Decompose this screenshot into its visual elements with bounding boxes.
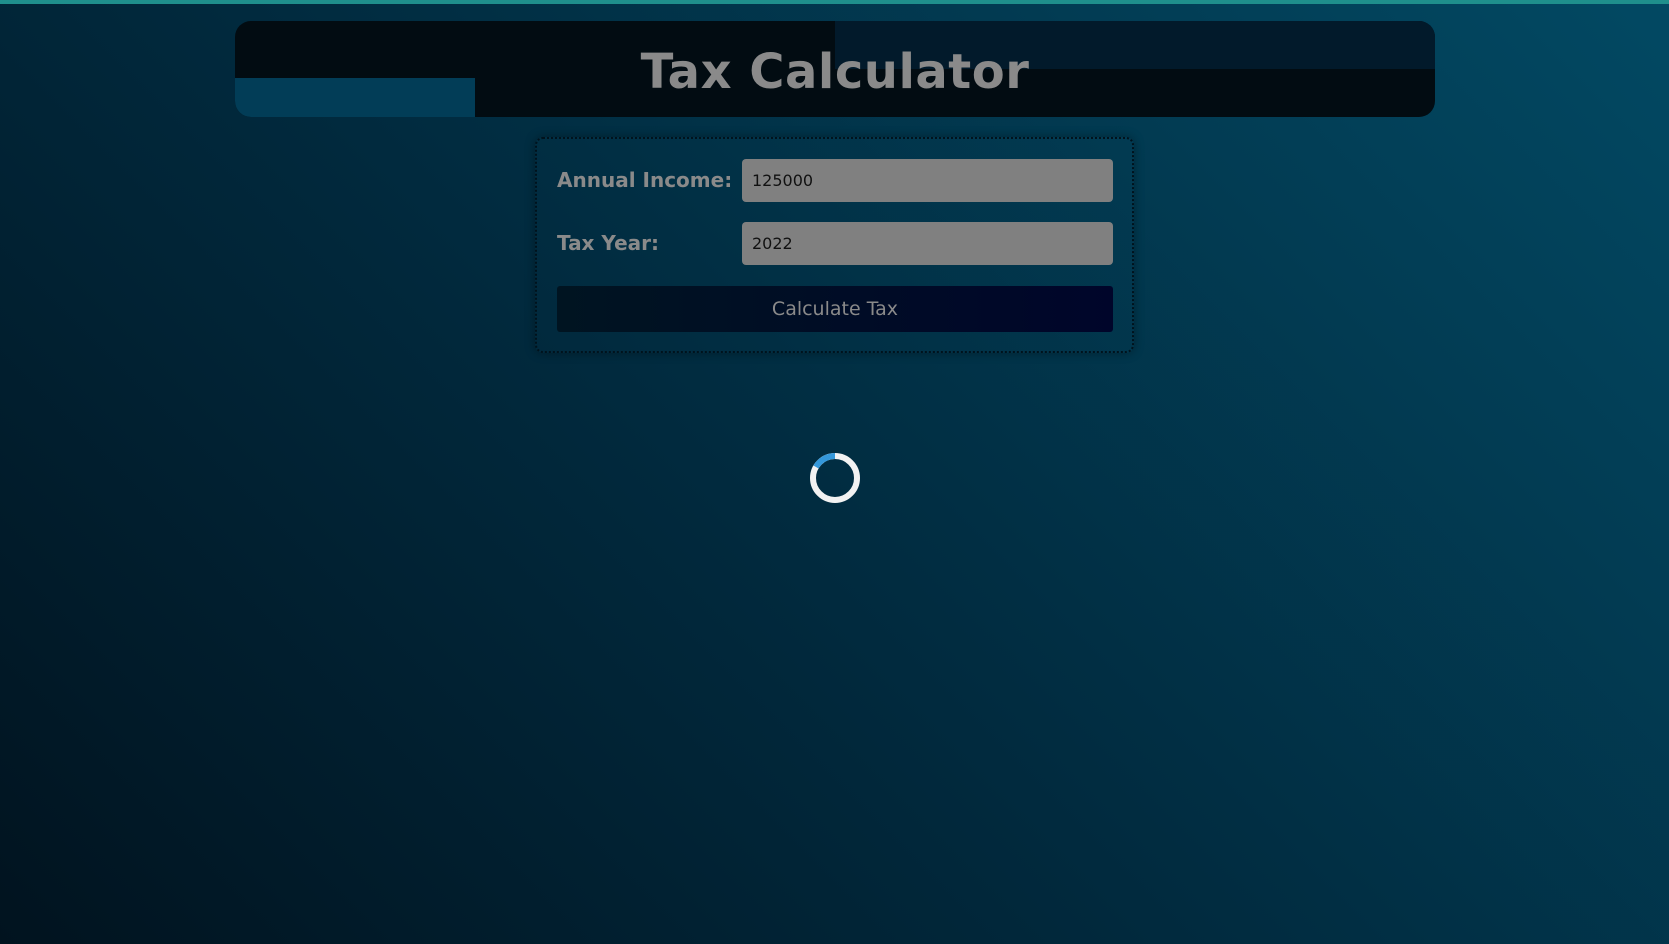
tax-year-label: Tax Year: [557, 231, 659, 255]
income-row: Annual Income: [557, 159, 1113, 202]
loading-spinner-icon [810, 453, 860, 503]
page-header: Tax Calculator [235, 21, 1435, 117]
income-input[interactable] [742, 159, 1113, 202]
page-title: Tax Calculator [640, 44, 1030, 100]
tax-year-input[interactable] [742, 222, 1113, 265]
income-label: Annual Income: [557, 168, 733, 192]
calculate-tax-button[interactable]: Calculate Tax [557, 286, 1113, 332]
tax-form: Annual Income: Tax Year: Calculate Tax [535, 137, 1134, 353]
top-accent-line [0, 0, 1669, 4]
tax-year-row: Tax Year: [557, 222, 1113, 265]
